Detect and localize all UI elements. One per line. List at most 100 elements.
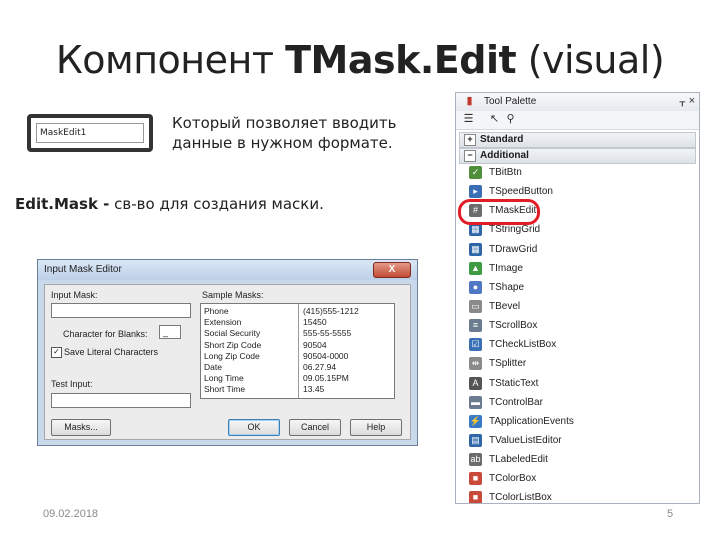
palette-title: Tool Palette [484,96,537,107]
controlbar-icon: ▬ [469,395,482,409]
editmask-text: св-во для создания маски. [109,195,324,213]
sample-name[interactable]: Social Security [204,328,261,339]
palette-item-tapplicationevents[interactable]: ⚡ TApplicationEvents [456,412,699,431]
close-icon[interactable]: × [689,95,695,107]
title-suffix: (visual) [516,38,665,82]
categories-icon[interactable]: ☰ [462,113,475,126]
sample-names-column: Phone Extension Social Security Short Zi… [204,306,261,396]
palette-item-label: TColorBox [489,473,537,485]
sample-name[interactable]: Long Time [204,373,261,384]
palette-item-tscrollbox[interactable]: ≡ TScrollBox [456,316,699,335]
palette-item-label: TImage [489,262,523,274]
save-literal-checkbox[interactable]: ✓ [51,347,62,358]
category-label: Standard [480,134,524,145]
sample-value[interactable]: 90504-0000 [303,351,359,362]
palette-item-label: TApplicationEvents [489,415,574,427]
sample-masks-divider [298,304,299,398]
blanks-field[interactable]: _ [159,325,181,339]
sample-name[interactable]: Short Zip Code [204,340,261,351]
sample-name[interactable]: Date [204,362,261,373]
palette-item-label: TColorListBox [489,492,552,504]
sample-value[interactable]: 09.05.15PM [303,373,359,384]
description-line-2: данные в нужном формате. [172,134,393,152]
palette-item-tlabelededit[interactable]: ab TLabeledEdit [456,450,699,469]
tool-palette: ▮ Tool Palette ᚁ × ☰ ↖ ⚲ + Standard − Addi… [455,92,700,504]
expand-icon: + [464,134,476,146]
blanks-label: Character for Blanks: [63,329,148,339]
palette-item-tdrawgrid[interactable]: ▦ TDrawGrid [456,240,699,259]
palette-item-tvaluelisteditor[interactable]: ▤ TValueListEditor [456,431,699,450]
pointer-icon[interactable]: ↖ [488,113,501,126]
bitbtn-icon: ✓ [469,166,482,179]
shape-icon: ● [469,280,482,294]
filter-icon[interactable]: ⚲ [504,113,517,126]
palette-item-tbevel[interactable]: ▭ TBevel [456,297,699,316]
title-prefix: Компонент [55,38,286,82]
sample-name[interactable]: Phone [204,306,261,317]
category-standard[interactable]: + Standard [459,132,696,148]
labelededit-icon: ab [469,453,482,467]
sample-masks-label: Sample Masks: [202,290,264,300]
sample-name[interactable]: Long Zip Code [204,351,261,362]
palette-item-label: TScrollBox [489,320,538,332]
collapse-icon: − [464,150,476,162]
checklistbox-icon: ☑ [469,338,482,352]
tmaskedit-highlight [458,199,540,225]
sample-value[interactable]: (415)555-1212 [303,306,359,317]
editmask-term: Edit.Mask - [15,195,110,213]
test-input-field[interactable] [51,393,191,408]
sample-value[interactable]: 90504 [303,340,359,351]
statictext-icon: A [469,376,482,390]
dialog-body: Input Mask: Character for Blanks: _ ✓ Sa… [44,284,411,440]
category-additional[interactable]: − Additional [459,148,696,164]
input-mask-field[interactable] [51,303,191,318]
maskedit-demo-field[interactable]: MaskEdit1 [36,123,144,143]
slide-title: Компонент TMask.Edit (visual) [0,38,720,82]
bevel-icon: ▭ [469,299,482,313]
pin-icon[interactable]: ᚁ [680,95,685,108]
sample-value[interactable]: 13.45 [303,384,359,395]
palette-item-label: TBevel [489,300,521,312]
valuelisteditor-icon: ▤ [469,433,482,447]
sample-name[interactable]: Extension [204,317,261,328]
image-icon: ▲ [469,261,482,275]
save-literal-label: Save Literal Characters [64,347,159,357]
ok-button[interactable]: OK [228,419,280,436]
dialog-titlebar[interactable]: Input Mask Editor X [38,260,417,280]
scrollbox-icon: ≡ [469,319,482,333]
palette-item-label: TLabeledEdit [489,454,548,466]
sample-name[interactable]: Short Time [204,384,261,395]
palette-item-tcolorbox[interactable]: ■ TColorBox [456,469,699,488]
palette-item-tshape[interactable]: ● TShape [456,278,699,297]
palette-item-label: TStaticText [489,377,539,389]
palette-item-tcontrolbar[interactable]: ▬ TControlBar [456,393,699,412]
colorbox-icon: ■ [469,472,482,486]
palette-item-label: TValueListEditor [489,434,562,446]
palette-toolbar: ☰ ↖ ⚲ [456,111,699,130]
masks-button[interactable]: Masks... [51,419,111,436]
palette-header: ▮ Tool Palette ᚁ × [456,93,699,112]
stringgrid-icon: ▦ [469,223,482,237]
dialog-close-button[interactable]: X [373,262,411,278]
palette-item-tstatictext[interactable]: A TStaticText [456,374,699,393]
palette-item-label: TSplitter [489,358,527,370]
palette-item-label: TControlBar [489,396,543,408]
footer-date: 09.02.2018 [43,508,99,520]
sample-masks-list[interactable]: Phone Extension Social Security Short Zi… [200,303,395,399]
test-input-label: Test Input: [51,379,93,389]
sample-value[interactable]: 15450 [303,317,359,328]
sample-value[interactable]: 555-55-5555 [303,328,359,339]
help-button[interactable]: Help [350,419,402,436]
cancel-button[interactable]: Cancel [289,419,341,436]
palette-item-label: TShape [489,281,525,293]
palette-item-tbitbtn[interactable]: ✓ TBitBtn [456,163,699,182]
maskedit-demo: MaskEdit1 [27,114,153,152]
palette-item-label: TCheckListBox [489,339,557,351]
palette-item-label: TBitBtn [489,167,522,178]
palette-item-tchecklistbox[interactable]: ☑ TCheckListBox [456,335,699,354]
palette-item-timage[interactable]: ▲ TImage [456,259,699,278]
sample-value[interactable]: 06.27.94 [303,362,359,373]
palette-item-tcolorlistbox[interactable]: ■ TColorListBox [456,488,699,504]
editmask-description: Edit.Mask - св-во для создания маски. [15,195,324,213]
palette-item-tsplitter[interactable]: ⇹ TSplitter [456,354,699,373]
